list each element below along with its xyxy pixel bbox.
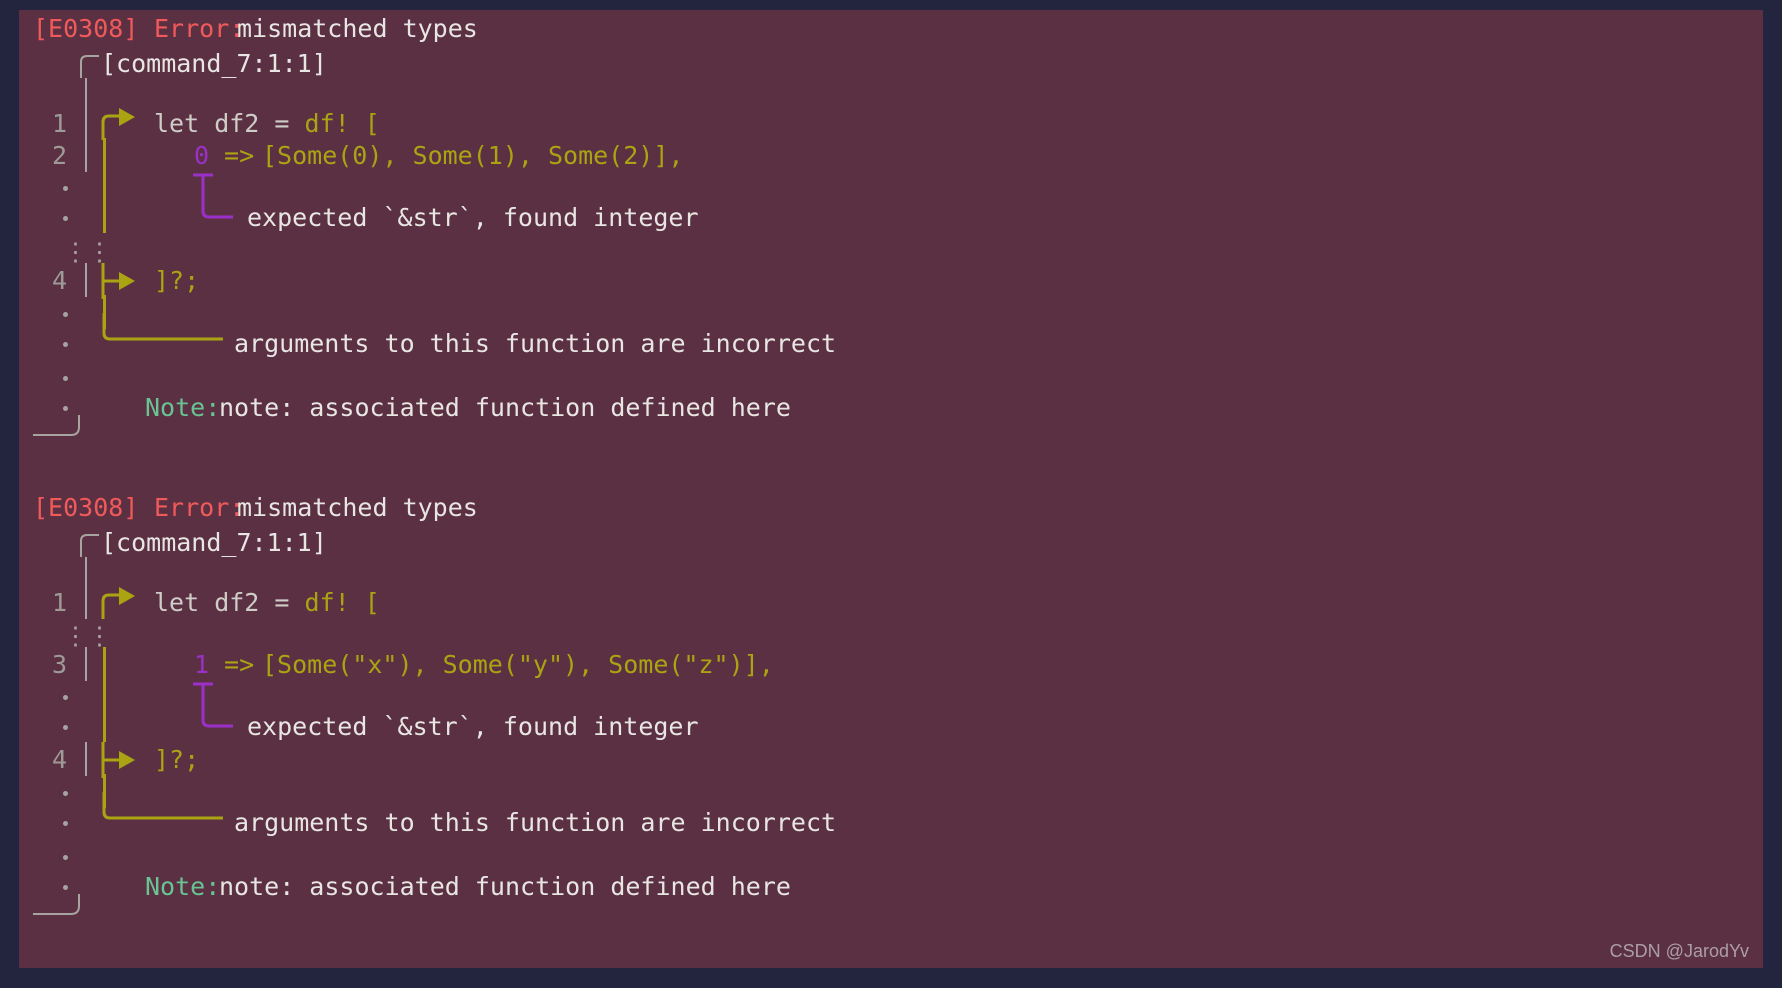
line-number: 1 xyxy=(51,109,67,138)
line-number: 3 xyxy=(51,650,67,679)
tee-branch-icon xyxy=(101,263,135,299)
macro-token: df! xyxy=(304,109,350,138)
rail-ellipsis: ⋮ xyxy=(87,621,112,650)
code-text: let df2 = df! [ xyxy=(154,109,380,138)
play-triangle-icon xyxy=(101,587,135,619)
inline-label: expected `&str`, found integer xyxy=(247,203,699,232)
gutter-row xyxy=(19,361,1763,391)
note-label: Note: xyxy=(145,393,221,422)
gutter-row xyxy=(19,295,1763,329)
terminal-output: [E0308] Error: mismatched types [command… xyxy=(19,10,1763,968)
block-close-row xyxy=(19,894,1763,934)
underline-row xyxy=(19,169,1763,203)
error-message: mismatched types xyxy=(237,493,478,522)
bracket-token: [ xyxy=(349,109,380,138)
bracket-token: [ xyxy=(349,588,380,617)
error-code: [E0308] xyxy=(33,14,139,43)
span-label-row: arguments to this function are incorrect xyxy=(19,792,1763,840)
error-label: Error: xyxy=(154,493,245,522)
code-line: 3 1 => [Some("x"), Some("y"), Some("z")]… xyxy=(19,647,1763,681)
error-location-line: [command_7:1:1] xyxy=(19,527,1763,559)
underline-row xyxy=(19,678,1763,712)
array-token: [Some(0), Some(1), Some(2)], xyxy=(262,141,684,170)
inline-label-row: expected `&str`, found integer xyxy=(19,702,1763,744)
note-row: Note: note: associated function defined … xyxy=(19,391,1763,425)
index-token: 1 xyxy=(194,650,210,679)
span-label-row: arguments to this function are incorrect xyxy=(19,313,1763,361)
arrow-token: => xyxy=(209,650,270,679)
tee-branch-icon xyxy=(101,742,135,778)
tee-underline-icon xyxy=(193,682,213,710)
error-label: Error: xyxy=(154,14,245,43)
ellipsis-row: ⋮ ⋮ xyxy=(19,619,1763,649)
inline-label-row: expected `&str`, found integer xyxy=(19,193,1763,235)
error-location: [command_7:1:1] xyxy=(101,49,327,78)
error-header: [E0308] Error: mismatched types xyxy=(19,489,1763,527)
error-location-line: [command_7:1:1] xyxy=(19,48,1763,80)
watermark: CSDN @JarodYv xyxy=(1609,941,1749,961)
gutter-row xyxy=(19,774,1763,808)
gutter-spacer xyxy=(19,557,1763,589)
inline-label: expected `&str`, found integer xyxy=(247,712,699,741)
code-text: let df2 = df! [ xyxy=(154,588,380,617)
note-label: Note: xyxy=(145,872,221,901)
index-token: 0 xyxy=(194,141,210,170)
gutter-row xyxy=(19,840,1763,870)
note-text: note: associated function defined here xyxy=(219,393,791,422)
error-message: mismatched types xyxy=(237,14,478,43)
tee-underline-icon xyxy=(193,173,213,201)
span-label: arguments to this function are incorrect xyxy=(234,808,837,837)
ellipsis-row: ⋮ ⋮ xyxy=(19,235,1763,265)
code-text: ]?; xyxy=(154,266,200,295)
code-line: 2 0 => [Some(0), Some(1), Some(2)], xyxy=(19,138,1763,172)
code-line: 4 ]?; xyxy=(19,263,1763,299)
error-location: [command_7:1:1] xyxy=(101,528,327,557)
block-gap xyxy=(19,455,1763,489)
line-number: 4 xyxy=(51,745,67,774)
note-row: Note: note: associated function defined … xyxy=(19,870,1763,904)
play-triangle-icon xyxy=(101,108,135,140)
note-text: note: associated function defined here xyxy=(219,872,791,901)
gutter-ellipsis: ⋮ xyxy=(63,621,88,650)
line-number: 2 xyxy=(51,141,67,170)
code-text: ]?; xyxy=(154,745,200,774)
arrow-token: => xyxy=(209,141,270,170)
rail-ellipsis: ⋮ xyxy=(87,237,112,266)
gutter-spacer xyxy=(19,78,1763,110)
line-number: 1 xyxy=(51,588,67,617)
code-line: 4 ]?; xyxy=(19,742,1763,778)
array-token: [Some("x"), Some("y"), Some("z")], xyxy=(262,650,774,679)
gutter-ellipsis: ⋮ xyxy=(63,237,88,266)
block-close-row xyxy=(19,415,1763,455)
span-label: arguments to this function are incorrect xyxy=(234,329,837,358)
error-header: [E0308] Error: mismatched types xyxy=(19,10,1763,48)
macro-token: df! xyxy=(304,588,350,617)
code-line: 1 let df2 = df! [ xyxy=(19,106,1763,140)
error-code: [E0308] xyxy=(33,493,139,522)
code-line: 1 let df2 = df! [ xyxy=(19,585,1763,619)
line-number: 4 xyxy=(51,266,67,295)
